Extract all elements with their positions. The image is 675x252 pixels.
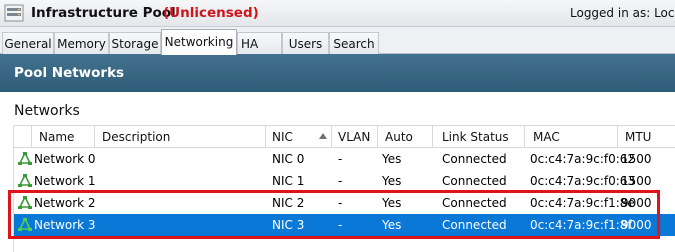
network-mtu: 1500 (621, 152, 652, 166)
network-vlan: - (338, 174, 343, 188)
network-mtu: 9000 (621, 196, 652, 210)
network-auto: Yes (382, 152, 402, 166)
title-bar: Infrastructure Pool (Unlicensed) Logged … (0, 0, 675, 27)
tab-memory[interactable]: Memory (54, 32, 109, 54)
network-nic: NIC 1 (272, 174, 305, 188)
table-row[interactable]: Network 2 NIC 2 - Yes Connected 0c:c4:7a… (14, 192, 675, 214)
network-link-status: Connected (442, 174, 507, 188)
column-header-icon[interactable] (14, 126, 32, 148)
tab-storage[interactable]: Storage (109, 32, 161, 54)
tab-bar: General Memory Storage Networking HA Use… (0, 27, 675, 55)
license-status: (Unlicensed) (163, 5, 259, 21)
tab-search[interactable]: Search (329, 32, 379, 54)
pool-icon (4, 4, 24, 22)
column-header-auto[interactable]: Auto (378, 126, 433, 148)
network-mac: 0c:c4:7a:9c:f1:8f (530, 218, 632, 232)
network-mtu: 1500 (621, 174, 652, 188)
column-header-nic-label: NIC (272, 130, 293, 144)
network-vlan: - (338, 218, 343, 232)
column-header-vlan[interactable]: VLAN (332, 126, 378, 148)
network-icon (18, 218, 32, 231)
network-link-status: Connected (442, 196, 507, 210)
network-name: Network 3 (34, 218, 96, 232)
grid-header: Name Description NIC VLAN Auto Link Stat… (14, 126, 675, 148)
network-icon (18, 152, 32, 165)
table-row[interactable]: Network 0 NIC 0 - Yes Connected 0c:c4:7a… (14, 148, 675, 170)
tab-networking[interactable]: Networking (161, 29, 237, 55)
network-name: Network 0 (34, 152, 96, 166)
network-nic: NIC 0 (272, 152, 305, 166)
networks-grid: Name Description NIC VLAN Auto Link Stat… (13, 125, 675, 252)
column-header-link-status[interactable]: Link Status (433, 126, 525, 148)
tab-users[interactable]: Users (282, 32, 329, 54)
network-mac: 0c:c4:7a:9c:f0:62 (530, 152, 636, 166)
tab-ha[interactable]: HA (237, 32, 282, 54)
network-vlan: - (338, 196, 343, 210)
network-auto: Yes (382, 174, 402, 188)
column-header-mtu[interactable]: MTU (618, 126, 675, 148)
network-auto: Yes (382, 196, 402, 210)
network-name: Network 1 (34, 174, 96, 188)
network-name: Network 2 (34, 196, 96, 210)
network-link-status: Connected (442, 218, 507, 232)
pool-title: Infrastructure Pool (31, 5, 176, 21)
network-nic: NIC 3 (272, 218, 305, 232)
table-row[interactable]: Network 1 NIC 1 - Yes Connected 0c:c4:7a… (14, 170, 675, 192)
section-header: Pool Networks (0, 54, 675, 92)
network-vlan: - (338, 152, 343, 166)
network-mac: 0c:c4:7a:9c:f0:63 (530, 174, 636, 188)
network-mac: 0c:c4:7a:9c:f1:8e (530, 196, 635, 210)
network-icon (18, 174, 32, 187)
column-header-description[interactable]: Description (95, 126, 266, 148)
network-link-status: Connected (442, 152, 507, 166)
logged-in-label: Logged in as: Local (570, 6, 675, 20)
network-icon (18, 196, 32, 209)
network-mtu: 9000 (621, 218, 652, 232)
section-title: Pool Networks (14, 65, 125, 81)
networks-label: Networks (14, 103, 80, 119)
table-row-selected[interactable]: Network 3 NIC 3 - Yes Connected 0c:c4:7a… (14, 214, 675, 236)
column-header-name[interactable]: Name (32, 126, 95, 148)
network-nic: NIC 2 (272, 196, 305, 210)
network-auto: Yes (382, 218, 402, 232)
tab-general[interactable]: General (2, 32, 54, 54)
column-header-mac[interactable]: MAC (525, 126, 618, 148)
sort-ascending-icon (319, 133, 327, 139)
